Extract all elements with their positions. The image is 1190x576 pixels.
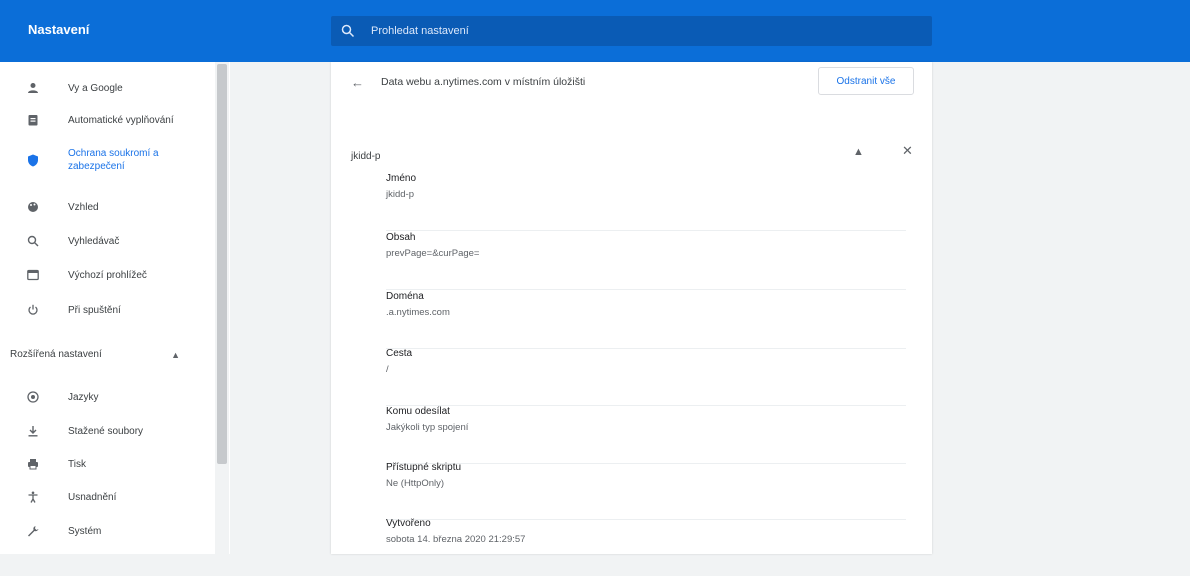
field-value: jkidd-p [386,189,414,200]
sidebar-item-default-browser[interactable]: Výchozí prohlížeč [0,260,215,290]
field-label: Doména [386,291,424,302]
top-bar: Nastavení [0,0,1190,62]
sidebar-item-label: Usnadnění [68,491,117,503]
sidebar-item-search-engine[interactable]: Vyhledávač [0,226,215,256]
sidebar-item-label: Při spuštění [68,304,121,316]
cookie-field-domain: Doména .a.nytimes.com [386,291,906,349]
field-value: Jakýkoli typ spojení [386,422,469,433]
sidebar-item-label: Jazyky [68,391,99,403]
field-label: Vytvořeno [386,518,431,529]
remove-all-button[interactable]: Odstranit vše [818,67,914,95]
cookie-field-send-for: Komu odesílat Jakýkoli typ spojení [386,406,906,464]
field-value: .a.nytimes.com [386,307,450,318]
close-icon[interactable]: ✕ [902,143,913,159]
cookie-field-content: Obsah prevPage=&curPage= [386,232,906,290]
printer-icon [26,457,40,471]
field-value: prevPage=&curPage= [386,248,480,259]
field-value: sobota 14. března 2020 21:29:57 [386,534,526,545]
sidebar-item-languages[interactable]: Jazyky [0,382,215,412]
sidebar-item-downloads[interactable]: Stažené soubory [0,416,215,446]
cookie-field-path: Cesta / [386,348,906,406]
accessibility-icon [26,490,40,504]
sidebar-item-label: Výchozí prohlížeč [68,269,147,281]
cookie-field-name: Jméno jkidd-p [386,173,906,231]
sidebar-item-label: Tisk [68,458,86,470]
search-icon [26,234,40,248]
sidebar-item-label: Ochrana soukromí a zabezpečení [68,148,159,172]
sidebar-item-label: Vy a Google [68,82,123,94]
shield-icon [26,153,40,167]
download-icon [26,424,40,438]
palette-icon [26,200,40,214]
sidebar-scrollbar-thumb[interactable] [217,64,227,464]
sidebar-item-autofill[interactable]: Automatické vyplňování [0,105,215,135]
globe-icon [26,390,40,404]
advanced-settings-label: Rozšířená nastavení [10,349,102,360]
search-input[interactable] [371,22,911,40]
sidebar-item-label: Stažené soubory [68,425,144,437]
sidebar-item-label: Systém [68,525,102,537]
power-icon [26,303,40,317]
field-value: Ne (HttpOnly) [386,478,445,489]
clipboard-icon [26,113,40,127]
cookie-name: jkidd-p [351,151,381,162]
field-value: / [386,364,389,375]
sidebar-item-label: Vzhled [68,201,99,213]
browser-icon [26,268,40,282]
field-label: Cesta [386,348,413,359]
sidebar-item-label: Automatické vyplňování [68,114,174,126]
chevron-up-icon: ▲ [171,350,180,360]
page-title: Nastavení [28,22,90,37]
field-label: Jméno [386,173,417,184]
person-icon [26,81,40,95]
sidebar-item-you-and-google[interactable]: Vy a Google [0,73,215,103]
search-box[interactable] [331,16,932,46]
breadcrumb: Data webu a.nytimes.com v místním úložiš… [381,76,586,88]
advanced-settings-toggle[interactable]: Rozšířená nastavení ▲ [10,349,190,369]
sidebar-item-system[interactable]: Systém [0,516,215,546]
search-icon [341,24,355,38]
chevron-up-icon[interactable]: ▲ [853,146,864,158]
field-label: Komu odesílat [386,406,450,417]
field-label: Přístupné skriptu [386,462,462,473]
back-arrow-icon[interactable]: ← [351,75,364,90]
wrench-icon [26,524,40,538]
sidebar-item-accessibility[interactable]: Usnadnění [0,482,215,512]
cookie-field-script-access: Přístupné skriptu Ne (HttpOnly) [386,462,906,520]
cookie-field-created: Vytvořeno sobota 14. března 2020 21:29:5… [386,518,906,576]
field-label: Obsah [386,232,416,243]
sidebar-item-privacy[interactable]: Ochrana soukromí a zabezpečení [0,140,215,180]
sidebar-item-printing[interactable]: Tisk [0,449,215,479]
cookie-detail-card: ← Data webu a.nytimes.com v místním úlož… [331,62,932,554]
sidebar-item-on-startup[interactable]: Při spuštění [0,295,215,325]
sidebar-item-label: Vyhledávač [68,235,120,247]
sidebar: Vy a Google Automatické vyplňování Ochra… [0,62,230,554]
sidebar-item-appearance[interactable]: Vzhled [0,192,215,222]
